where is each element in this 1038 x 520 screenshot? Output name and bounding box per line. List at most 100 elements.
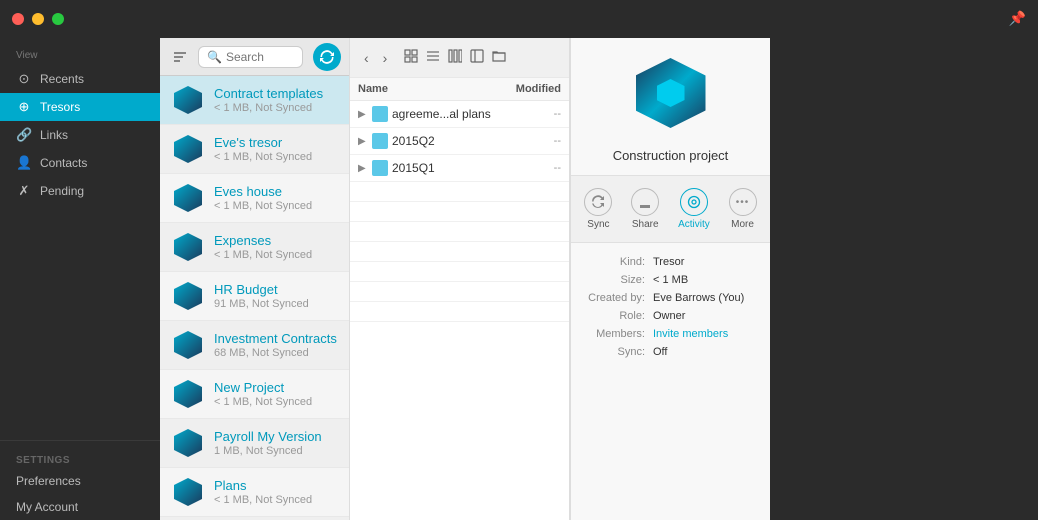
sidebar-item-label: Links — [40, 128, 68, 142]
file-meta: < 1 MB, Not Synced — [214, 102, 337, 114]
file-meta: 68 MB, Not Synced — [214, 347, 337, 359]
maximize-button[interactable] — [52, 13, 64, 25]
chevron-icon: ▶ — [358, 163, 368, 174]
sync-key: Sync: — [583, 346, 653, 358]
toolbar: 🔍 — [160, 38, 349, 76]
meta-members: Members: Invite members — [583, 325, 758, 343]
settings-label: Settings — [0, 447, 160, 468]
sidebar-item-preferences[interactable]: Preferences — [0, 468, 160, 494]
file-name: Expenses — [214, 233, 337, 248]
tree-item[interactable]: ▶ 2015Q2 -- — [350, 128, 569, 155]
sidebar-item-tresors[interactable]: ⊕ Tresors — [0, 93, 160, 121]
members-key: Members: — [583, 328, 653, 340]
list-item[interactable]: Payroll My Version 1 MB, Not Synced — [160, 419, 349, 468]
tree-item-name: 2015Q2 — [392, 134, 527, 148]
sync-circle-button[interactable] — [313, 43, 341, 71]
meta-size: Size: < 1 MB — [583, 271, 758, 289]
sync-value: Off — [653, 346, 758, 358]
size-value: < 1 MB — [653, 274, 758, 286]
more-action-button[interactable]: ••• More — [723, 184, 763, 234]
share-action-label: Share — [632, 219, 659, 230]
file-info: Contract templates < 1 MB, Not Synced — [214, 86, 337, 114]
list-item[interactable]: New Project < 1 MB, Not Synced — [160, 370, 349, 419]
list-item[interactable]: Eve's tresor < 1 MB, Not Synced — [160, 125, 349, 174]
content-area: 🔍 Contract templates < 1 MB, Not Synced — [160, 38, 350, 520]
invite-members-link[interactable]: Invite members — [653, 328, 758, 340]
list-item[interactable]: Contract templates < 1 MB, Not Synced — [160, 76, 349, 125]
list-item[interactable]: HR Budget 91 MB, Not Synced — [160, 272, 349, 321]
meta-created-by: Created by: Eve Barrows (You) — [583, 289, 758, 307]
links-icon: 🔗 — [16, 127, 32, 143]
sync-action-label: Sync — [587, 219, 609, 230]
sidebar-item-links[interactable]: 🔗 Links — [0, 121, 160, 149]
file-icon — [172, 84, 204, 116]
file-meta: < 1 MB, Not Synced — [214, 151, 337, 163]
list-item[interactable]: Expenses < 1 MB, Not Synced — [160, 223, 349, 272]
tresors-icon: ⊕ — [16, 99, 32, 115]
kind-value: Tresor — [653, 256, 758, 268]
file-icon — [172, 476, 204, 508]
sidebar: View ⊙ Recents ⊕ Tresors 🔗 Links 👤 Conta… — [0, 38, 160, 520]
file-icon — [172, 182, 204, 214]
browser-column-headers: Name Modified — [350, 78, 569, 101]
search-bar[interactable]: 🔍 — [198, 46, 303, 68]
sidebar-item-recents[interactable]: ⊙ Recents — [0, 65, 160, 93]
file-icon — [172, 133, 204, 165]
folder-browse-button[interactable] — [489, 46, 509, 69]
list-item[interactable]: Plans < 1 MB, Not Synced — [160, 468, 349, 517]
list-item[interactable]: Investment Contracts 68 MB, Not Synced — [160, 321, 349, 370]
more-icon: ••• — [729, 188, 757, 216]
grid-view-button[interactable] — [401, 46, 421, 69]
tree-item[interactable]: ▶ agreeme...al plans -- — [350, 101, 569, 128]
sync-icon — [584, 188, 612, 216]
file-meta: < 1 MB, Not Synced — [214, 249, 337, 261]
sync-action-button[interactable]: Sync — [578, 184, 618, 234]
role-value: Owner — [653, 310, 758, 322]
empty-row — [350, 222, 569, 242]
size-key: Size: — [583, 274, 653, 286]
empty-row — [350, 182, 569, 202]
file-name: Payroll My Version — [214, 429, 337, 444]
activity-action-button[interactable]: Activity — [672, 184, 716, 234]
tresor-icon-large — [636, 58, 706, 128]
pin-button[interactable]: 📌 — [1009, 10, 1026, 27]
back-button[interactable]: ‹ — [360, 48, 373, 68]
contacts-icon: 👤 — [16, 155, 32, 171]
minimize-button[interactable] — [32, 13, 44, 25]
share-icon — [631, 188, 659, 216]
file-info: Expenses < 1 MB, Not Synced — [214, 233, 337, 261]
sidebar-item-my-account[interactable]: My Account — [0, 494, 160, 520]
created-by-key: Created by: — [583, 292, 653, 304]
sidebar-item-contacts[interactable]: 👤 Contacts — [0, 149, 160, 177]
preview-button[interactable] — [467, 46, 487, 69]
share-action-button[interactable]: Share — [625, 184, 665, 234]
tree-item-name: 2015Q1 — [392, 161, 527, 175]
sidebar-item-pending[interactable]: ✗ Pending — [0, 177, 160, 205]
tree-item[interactable]: ▶ 2015Q1 -- — [350, 155, 569, 182]
file-info: Investment Contracts 68 MB, Not Synced — [214, 331, 337, 359]
preferences-label: Preferences — [16, 474, 81, 488]
file-meta: < 1 MB, Not Synced — [214, 396, 337, 408]
file-name: New Project — [214, 380, 337, 395]
detail-actions: Sync Share Activity — [571, 175, 770, 243]
file-name: Eves house — [214, 184, 337, 199]
list-view-button[interactable] — [423, 46, 443, 69]
list-item[interactable]: Eves house < 1 MB, Not Synced — [160, 174, 349, 223]
sort-button[interactable] — [168, 46, 192, 68]
file-meta: < 1 MB, Not Synced — [214, 494, 337, 506]
folder-icon — [372, 133, 388, 149]
empty-row — [350, 262, 569, 282]
search-input[interactable] — [226, 50, 294, 64]
close-button[interactable] — [12, 13, 24, 25]
file-meta: 91 MB, Not Synced — [214, 298, 337, 310]
file-name: Investment Contracts — [214, 331, 337, 346]
detail-title: Construction project — [601, 148, 741, 175]
file-info: Eves house < 1 MB, Not Synced — [214, 184, 337, 212]
activity-icon — [680, 188, 708, 216]
titlebar: 📌 — [0, 0, 1038, 38]
empty-row — [350, 302, 569, 322]
column-view-button[interactable] — [445, 46, 465, 69]
forward-button[interactable]: › — [379, 48, 392, 68]
file-name: Eve's tresor — [214, 135, 337, 150]
tree-item-date: -- — [531, 135, 561, 147]
